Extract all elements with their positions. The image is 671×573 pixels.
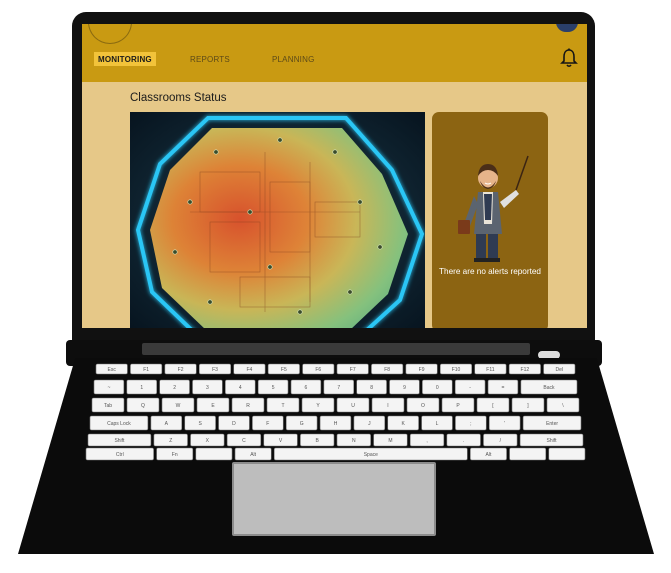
keyboard-key-label: ~ [107,385,110,391]
campus-heatmap[interactable] [130,112,425,328]
hinge-bar [142,343,530,355]
keyboard-key-label: R [246,403,250,409]
keyboard-key-label: ; [470,421,471,427]
keyboard-key-label: F5 [281,367,287,373]
keyboard-key-label: Enter [546,421,558,427]
keyboard-key-label: ' [504,421,505,427]
keyboard-key-label: Shift [114,438,125,444]
keyboard-key-label: N [352,438,356,444]
tab-reports[interactable]: REPORTS [190,52,230,66]
keyboard-key-label: Q [141,403,145,409]
keyboard-key-label: F1 [143,367,149,373]
keyboard-key-label: H [334,421,338,427]
keyboard-key [195,447,233,461]
teacher-illustration [458,155,529,262]
keyboard-key-label: F3 [212,367,218,373]
keyboard-key-label: F11 [486,367,494,373]
alerts-panel: There are no alerts reported [432,112,548,328]
keyboard-key-label: W [176,403,181,409]
keyboard-key-label: F [266,421,269,427]
keyboard-key-label: D [232,421,236,427]
keyboard-key-label: 9 [403,385,406,391]
keyboard-key-label: Del [556,367,564,373]
keyboard-key-label: = [502,385,505,391]
keyboard-key-label: F4 [247,367,253,373]
keyboard-key-label: I [387,403,388,409]
keyboard-key-label: Caps Lock [107,421,131,427]
keyboard-key-label: Shift [547,438,558,444]
keyboard-key-label: F6 [315,367,321,373]
keyboard-key-label: Back [543,385,555,391]
keyboard-key [548,447,586,461]
tab-planning[interactable]: PLANNING [272,52,315,66]
top-navigation-bar: MONITORING REPORTS PLANNING [82,24,587,82]
power-button [538,351,560,359]
keyboard-key-label: , [426,438,427,444]
laptop-screen: MONITORING REPORTS PLANNING Classrooms S… [82,24,587,328]
keyboard-key-label: 4 [239,385,242,391]
keyboard-key-label: F7 [350,367,356,373]
keyboard-key-label: 6 [305,385,308,391]
keyboard-key-label: L [436,421,439,427]
keyboard-key-label: F9 [419,367,425,373]
keyboard-key-label: F12 [521,367,530,373]
keyboard-key-label: 0 [436,385,439,391]
bell-icon[interactable] [560,48,578,68]
keyboard-key-label: G [300,421,304,427]
keyboard-key-label: Fn [172,452,178,458]
keyboard-key-label: Z [169,438,172,444]
keyboard-key-label: 8 [370,385,373,391]
keyboard-key-label: 5 [272,385,275,391]
keyboard-key-label: M [388,438,392,444]
keyboard-key-label: Tab [104,403,112,409]
keyboard-key [509,447,547,461]
keyboard-key-label: 7 [337,385,340,391]
keyboard-key-label: F10 [452,367,461,373]
keyboard: Esc F1 F2 F3 F4 F5 F6 F7 F8 F9 F10 F11 F12 Del~ 1 2 3 4 5 6… [85,363,586,461]
logo [88,24,132,44]
avatar[interactable] [556,24,578,32]
keyboard-key-label: Alt [486,452,492,458]
keyboard-key-label: O [421,403,425,409]
page-title: Classrooms Status [130,92,227,104]
tab-monitoring[interactable]: MONITORING [94,52,156,66]
keyboard-key-label: F2 [178,367,184,373]
keyboard-key-label: 3 [206,385,209,391]
keyboard-key-label: Esc [108,367,117,373]
keyboard-key-label: . [463,438,464,444]
keyboard-key-label: C [242,438,246,444]
keyboard-key-label: U [351,403,355,409]
keyboard-key-label: T [281,403,284,409]
keyboard-key-label: 2 [173,385,176,391]
keyboard-key-label: Space [364,452,378,458]
keyboard-key-label: Alt [250,452,256,458]
keyboard-key-label: Ctrl [116,452,124,458]
trackpad [232,462,436,536]
keyboard-key-label: F8 [384,367,390,373]
no-alerts-message: There are no alerts reported [439,267,541,276]
keyboard-key-label: 1 [140,385,143,391]
